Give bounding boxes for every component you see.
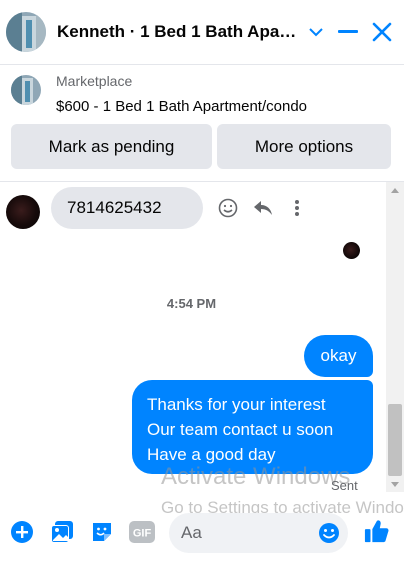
scroll-down-arrow-icon[interactable] [391, 482, 399, 487]
more-options-button[interactable]: More options [217, 124, 391, 169]
marketplace-bar: Marketplace $600 - 1 Bed 1 Bath Apartmen… [0, 65, 404, 182]
plus-icon[interactable] [9, 519, 35, 545]
listing-thumbnail[interactable] [11, 75, 41, 105]
avatar[interactable] [6, 12, 46, 52]
reply-icon[interactable] [252, 197, 274, 219]
sticker-icon[interactable] [89, 519, 115, 545]
message-timestamp: 4:54 PM [166, 296, 217, 311]
conversation-title[interactable]: Kenneth · 1 Bed 1 Bath Apartment/condo [57, 22, 299, 42]
scroll-up-arrow-icon[interactable] [391, 188, 399, 193]
delivery-status: Sent [331, 478, 358, 493]
listing-title[interactable]: $600 - 1 Bed 1 Bath Apartment/condo [56, 98, 307, 115]
mark-as-pending-button[interactable]: Mark as pending [11, 124, 212, 169]
emoji-icon[interactable] [318, 522, 340, 544]
message-line: Our team contact u soon [147, 420, 334, 439]
gif-icon[interactable]: GIF [128, 519, 156, 545]
outgoing-message-long[interactable]: Thanks for your interest Our team contac… [132, 380, 373, 474]
close-icon[interactable] [368, 18, 396, 46]
outgoing-message-short[interactable]: okay [304, 335, 373, 377]
marketplace-label: Marketplace [56, 73, 133, 89]
minimize-icon[interactable] [334, 18, 362, 46]
emoji-react-icon[interactable] [217, 197, 239, 219]
chevron-down-icon[interactable] [302, 18, 330, 46]
seen-indicator-avatar [343, 242, 360, 259]
scrollbar-thumb[interactable] [388, 404, 402, 476]
thumbs-up-icon[interactable] [364, 518, 390, 544]
message-line: Thanks for your interest [147, 395, 326, 414]
activate-windows-watermark: Activate Windows [161, 463, 351, 490]
sender-avatar[interactable] [6, 195, 40, 229]
photo-icon[interactable] [49, 519, 75, 545]
more-actions-icon[interactable] [286, 197, 308, 219]
message-input-wrapper [169, 513, 348, 553]
gif-label: GIF [133, 528, 152, 540]
message-input[interactable] [169, 513, 321, 553]
chat-header: Kenneth · 1 Bed 1 Bath Apartment/condo [0, 0, 404, 65]
incoming-message[interactable]: 7814625432 [51, 187, 203, 229]
